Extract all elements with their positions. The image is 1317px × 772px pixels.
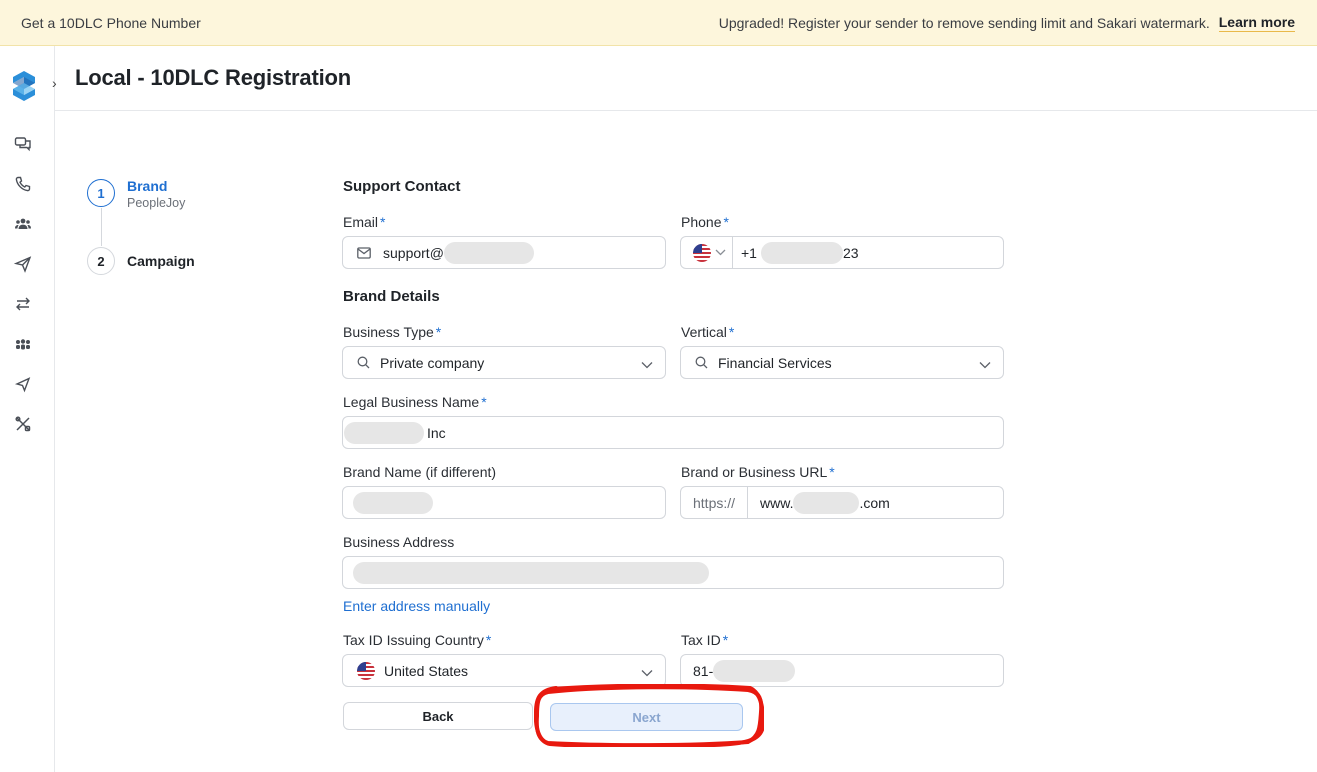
groups-icon[interactable] xyxy=(14,335,32,353)
vertical-value: Financial Services xyxy=(718,354,832,371)
business-type-label: Business Type * xyxy=(343,324,442,340)
search-icon xyxy=(357,356,370,369)
page-title: Local - 10DLC Registration xyxy=(75,65,351,90)
address-field[interactable] xyxy=(342,556,1004,589)
sakari-logo-icon[interactable] xyxy=(11,70,37,102)
tax-id-label: Tax ID * xyxy=(681,632,729,648)
redacted-text xyxy=(344,421,424,444)
tax-country-select[interactable]: United States xyxy=(342,654,666,687)
banner-left-text[interactable]: Get a 10DLC Phone Number xyxy=(21,15,201,31)
legal-name-label: Legal Business Name * xyxy=(343,394,487,410)
brand-details-title: Brand Details xyxy=(343,288,440,305)
redacted-text xyxy=(793,491,860,514)
us-flag-icon xyxy=(357,661,375,680)
back-button[interactable]: Back xyxy=(343,702,533,730)
enter-address-manually-link[interactable]: Enter address manually xyxy=(343,598,490,614)
tools-icon[interactable] xyxy=(14,415,32,433)
url-value-end: .com xyxy=(859,494,890,511)
redacted-text xyxy=(713,659,796,682)
us-flag-icon xyxy=(693,243,711,262)
step-title-brand: Brand xyxy=(127,178,168,194)
workflows-icon[interactable] xyxy=(14,295,32,313)
phone-field[interactable]: +1 23 xyxy=(680,236,1004,269)
banner-right: Upgraded! Register your sender to remove… xyxy=(719,14,1295,32)
tax-id-value-prefix: 81- xyxy=(693,662,714,679)
next-button[interactable]: Next xyxy=(550,703,743,731)
chevron-down-icon xyxy=(715,249,726,256)
chevron-down-icon xyxy=(641,356,653,372)
tax-country-value: United States xyxy=(384,662,469,679)
conversations-icon[interactable] xyxy=(14,135,32,153)
contacts-icon[interactable] xyxy=(14,215,32,233)
send-icon[interactable] xyxy=(14,255,32,273)
search-icon xyxy=(695,356,708,369)
step-title-campaign: Campaign xyxy=(127,253,195,269)
country-code-select[interactable] xyxy=(681,237,733,268)
banner-message: Upgraded! Register your sender to remove… xyxy=(718,14,1210,31)
upgrade-banner: Get a 10DLC Phone Number Upgraded! Regis… xyxy=(0,0,1317,46)
page-header: Local - 10DLC Registration xyxy=(55,46,1317,111)
brand-name-field[interactable] xyxy=(342,486,666,519)
step-subtitle-brand: PeopleJoy xyxy=(127,196,186,210)
phone-country-code: +1 xyxy=(741,244,757,261)
learn-more-link[interactable]: Learn more xyxy=(1218,14,1295,32)
email-label: Email * xyxy=(343,214,386,230)
business-type-value: Private company xyxy=(380,354,485,371)
redacted-text xyxy=(760,241,843,264)
url-prefix: https:// xyxy=(681,487,749,518)
email-value: support@ xyxy=(383,244,444,261)
step-number-2: 2 xyxy=(87,247,115,275)
url-value-start: www. xyxy=(760,494,794,511)
campaigns-icon[interactable] xyxy=(14,375,32,393)
phone-icon[interactable] xyxy=(14,175,32,193)
tax-id-field[interactable]: 81- xyxy=(680,654,1004,687)
tax-country-label: Tax ID Issuing Country * xyxy=(343,632,492,648)
url-label: Brand or Business URL * xyxy=(681,464,835,480)
redacted-text xyxy=(443,241,534,264)
legal-name-field[interactable]: Inc xyxy=(342,416,1004,449)
redacted-text xyxy=(353,561,709,584)
phone-label: Phone * xyxy=(681,214,729,230)
step-connector xyxy=(101,208,102,246)
phone-value-suffix: 23 xyxy=(842,244,859,261)
sidebar xyxy=(0,46,55,772)
redacted-text xyxy=(353,491,433,514)
chevron-down-icon xyxy=(641,664,653,680)
address-label: Business Address xyxy=(343,534,455,550)
legal-name-value-suffix: Inc xyxy=(427,424,446,441)
chevron-down-icon xyxy=(979,356,991,372)
business-type-select[interactable]: Private company xyxy=(342,346,666,379)
email-field[interactable]: support@ xyxy=(342,236,666,269)
step-number-1: 1 xyxy=(87,179,115,207)
vertical-label: Vertical * xyxy=(681,324,735,340)
brand-name-label: Brand Name (if different) xyxy=(343,464,497,480)
envelope-icon xyxy=(357,246,371,259)
vertical-select[interactable]: Financial Services xyxy=(680,346,1004,379)
support-contact-title: Support Contact xyxy=(343,178,461,195)
url-field[interactable]: https:// www. .com xyxy=(680,486,1004,519)
